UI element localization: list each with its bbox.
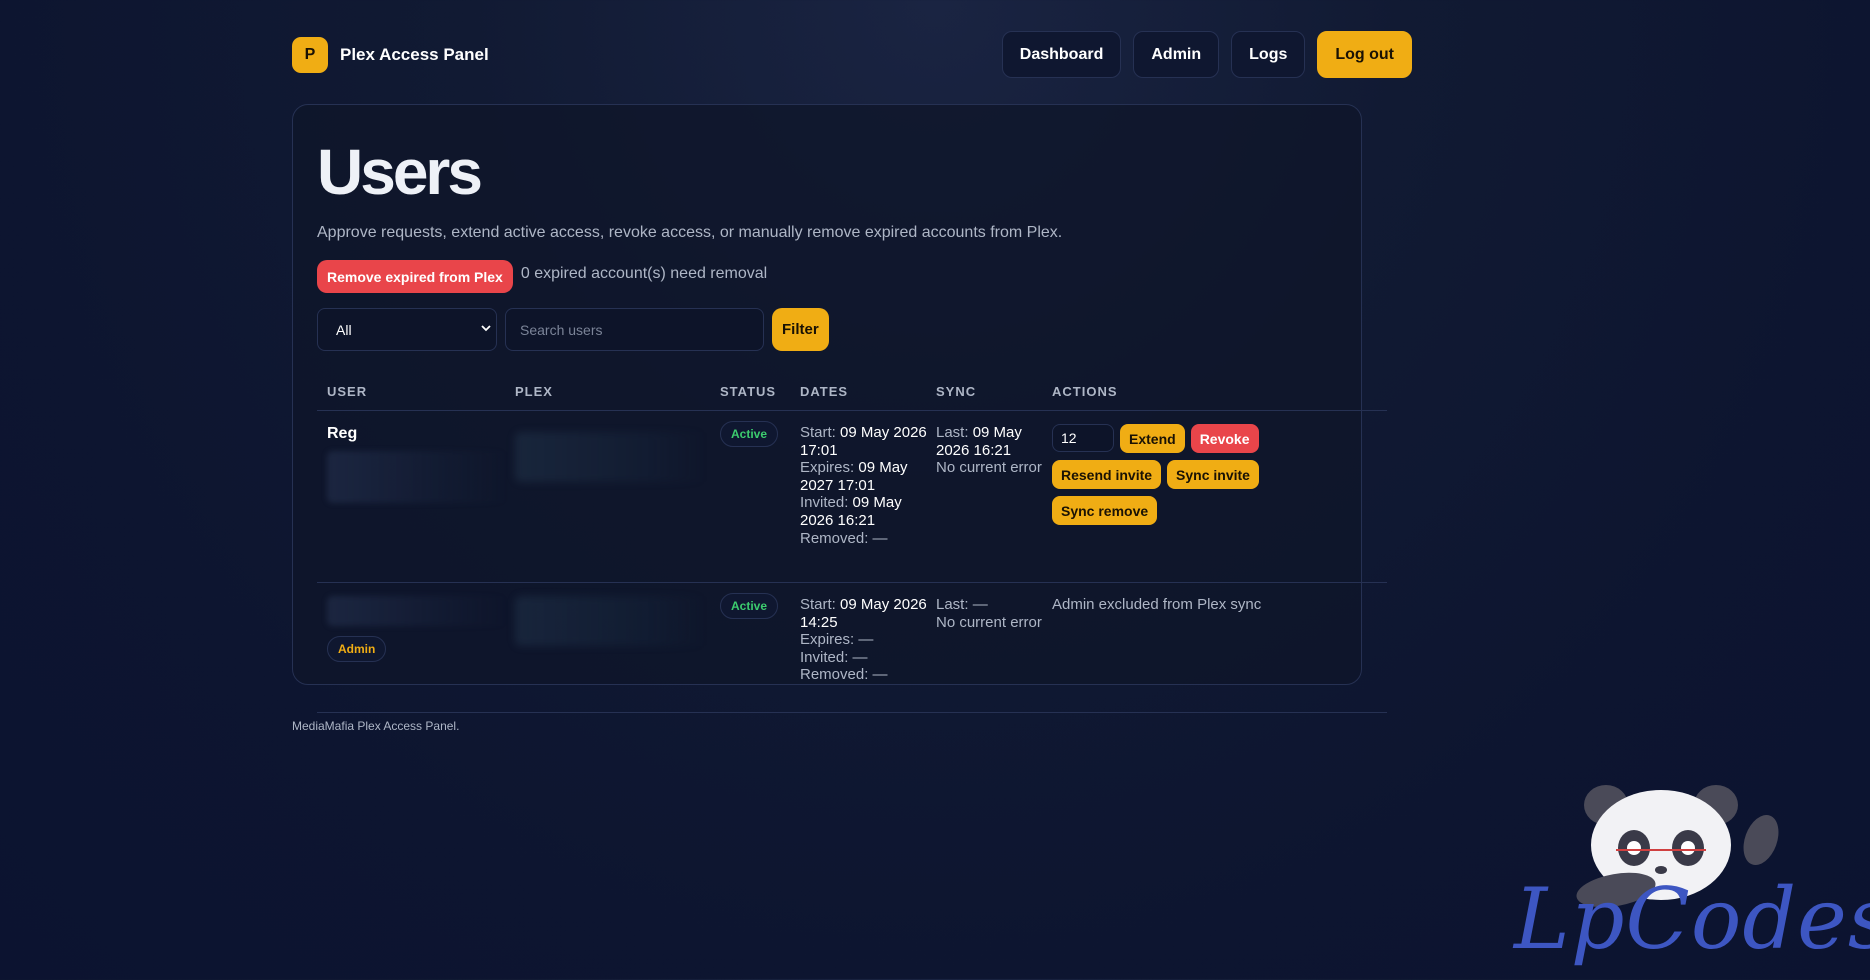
main-nav: Dashboard Admin Logs Log out xyxy=(1001,31,1412,78)
plex-cell xyxy=(515,424,720,582)
removed-value: — xyxy=(872,666,888,684)
status-badge: Active xyxy=(720,421,779,447)
expires-label: Expires: xyxy=(800,631,855,649)
sync-last-value: — xyxy=(972,596,988,613)
user-name: Reg xyxy=(327,425,358,442)
page-subtitle: Approve requests, extend active access, … xyxy=(317,224,1063,241)
redacted-plex-details xyxy=(515,596,705,646)
remove-expired-button[interactable]: Remove expired from Plex xyxy=(317,260,513,293)
expired-count-text: 0 expired account(s) need removal xyxy=(520,264,768,282)
status-cell: Active xyxy=(720,593,800,712)
expires-label: Expires: xyxy=(800,459,855,477)
table-row: Admin Active Start: 09 May 2026 14:25 Ex… xyxy=(317,583,1387,713)
plex-cell xyxy=(515,596,720,712)
expires-value: — xyxy=(858,631,874,649)
top-bar: P Plex Access Panel Dashboard Admin Logs… xyxy=(292,31,1412,78)
remove-expired-row: Remove expired from Plex 0 expired accou… xyxy=(317,260,1337,293)
start-label: Start: xyxy=(800,596,836,613)
sync-error-text: No current error xyxy=(936,459,1042,477)
redacted-user-details xyxy=(327,596,507,626)
status-badge: Active xyxy=(720,593,779,619)
table-row: Reg Active Start: 09 May 2026 17:01 Expi… xyxy=(317,411,1387,583)
filter-bar: All Search users Filter xyxy=(317,308,1337,351)
header-status: STATUS xyxy=(720,384,777,399)
sync-invite-button[interactable]: Sync invite xyxy=(1167,460,1259,489)
brand-name: Plex Access Panel xyxy=(340,44,489,64)
user-cell: Admin xyxy=(317,596,515,712)
sync-error-text: No current error xyxy=(936,613,1042,631)
header-dates: DATES xyxy=(800,384,849,399)
invited-label: Invited: xyxy=(800,494,849,512)
sync-cell: Last: — No current error xyxy=(936,596,1052,712)
removed-label: Removed: xyxy=(800,666,869,684)
table-header: USER PLEX STATUS DATES SYNC ACTIONS xyxy=(317,373,1387,411)
header-plex: PLEX xyxy=(515,384,553,399)
dates-cell: Start: 09 May 2026 14:25 Expires: — Invi… xyxy=(800,596,936,712)
invited-label: Invited: xyxy=(800,648,849,666)
redacted-plex-details xyxy=(515,432,705,482)
invited-value: — xyxy=(852,648,868,666)
brand-logo: P xyxy=(292,36,328,73)
header-user: USER xyxy=(327,384,368,399)
sync-cell: Last: 09 May 2026 16:21 No current error xyxy=(936,424,1052,582)
start-label: Start: xyxy=(800,424,836,441)
footer-text: MediaMafia Plex Access Panel. xyxy=(292,719,460,733)
user-cell: Reg xyxy=(317,424,515,582)
app-container: P Plex Access Panel Dashboard Admin Logs… xyxy=(292,31,1412,733)
admin-excluded-note: Admin excluded from Plex sync xyxy=(1052,596,1262,613)
chevron-down-icon xyxy=(480,322,492,337)
users-table: USER PLEX STATUS DATES SYNC ACTIONS Reg … xyxy=(317,373,1387,713)
users-card: Users Approve requests, extend active ac… xyxy=(292,104,1387,713)
sync-last-label: Last: xyxy=(936,596,969,613)
sync-remove-button[interactable]: Sync remove xyxy=(1052,496,1158,525)
actions-cell: Admin excluded from Plex sync xyxy=(1052,596,1387,712)
watermark-text: LpCodes xyxy=(1514,870,1870,968)
months-input[interactable]: 12 xyxy=(1052,424,1114,452)
actions-cell: 12 Extend Revoke Resend invite Sync invi… xyxy=(1052,424,1387,582)
status-filter-value: All xyxy=(336,321,352,338)
nav-logs-button[interactable]: Logs xyxy=(1231,31,1306,78)
status-cell: Active xyxy=(720,421,800,582)
nav-admin-button[interactable]: Admin xyxy=(1133,31,1220,78)
header-actions: ACTIONS xyxy=(1052,384,1118,399)
status-filter-select[interactable]: All xyxy=(317,308,497,351)
logout-button[interactable]: Log out xyxy=(1317,31,1412,78)
dates-cell: Start: 09 May 2026 17:01 Expires: 09 May… xyxy=(800,424,936,582)
resend-invite-button[interactable]: Resend invite xyxy=(1052,460,1162,489)
sync-last-label: Last: xyxy=(936,424,969,441)
filter-button[interactable]: Filter xyxy=(772,308,829,351)
brand[interactable]: P Plex Access Panel xyxy=(292,36,489,73)
header-sync: SYNC xyxy=(936,384,977,399)
extend-button[interactable]: Extend xyxy=(1120,424,1185,453)
redacted-user-details xyxy=(327,451,507,503)
search-input[interactable]: Search users xyxy=(505,308,764,351)
page-title: Users xyxy=(317,136,483,208)
actions-group: 12 Extend Revoke Resend invite Sync invi… xyxy=(1052,424,1272,525)
admin-badge: Admin xyxy=(327,636,387,662)
removed-label: Removed: xyxy=(800,529,869,547)
nav-dashboard-button[interactable]: Dashboard xyxy=(1001,31,1122,78)
revoke-button[interactable]: Revoke xyxy=(1190,424,1259,453)
removed-value: — xyxy=(872,529,888,547)
